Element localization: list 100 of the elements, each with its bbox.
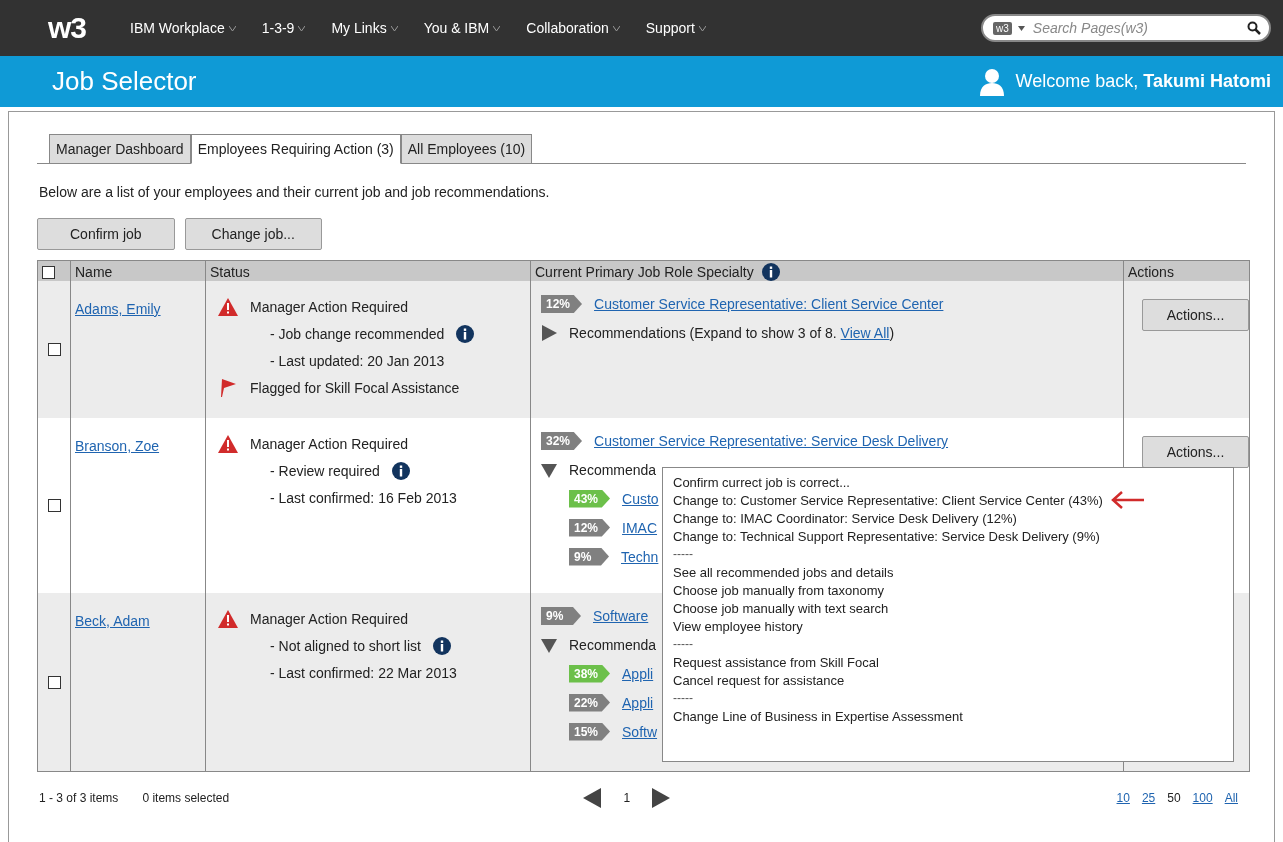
status-text: - Review required	[270, 462, 380, 479]
menu-item[interactable]: Choose job manually with text search	[673, 600, 889, 616]
page-number: 1	[623, 791, 631, 805]
column-header: Status	[210, 264, 250, 280]
search-field[interactable]: w3 Search Pages(w3)	[981, 14, 1271, 42]
toggle-button[interactable]	[541, 325, 557, 341]
menu-separator: -----	[673, 637, 693, 651]
info-icon	[456, 324, 475, 343]
status-text: - Last confirmed: 22 Mar 2013	[270, 664, 457, 681]
employee-link[interactable]: Adams, Emily	[75, 301, 201, 317]
info-icon	[432, 636, 451, 655]
warning-icon	[218, 434, 238, 453]
status-text: - Not aligned to short list	[270, 637, 421, 654]
match-tag: 22%	[569, 693, 611, 712]
user-icon	[977, 67, 1006, 96]
page-size-link[interactable]: 25	[1141, 791, 1156, 805]
checkbox[interactable]	[47, 499, 61, 512]
menu-item[interactable]: Change to: Customer Service Representative: Client Service Center (43%)	[673, 492, 1103, 508]
tab[interactable]: Manager Dashboard	[49, 134, 191, 164]
page-size-link[interactable]: 50	[1167, 791, 1181, 805]
column-header: Name	[75, 264, 113, 280]
page-size-link[interactable]: All	[1224, 791, 1238, 805]
job-link[interactable]: IMAC	[622, 519, 658, 536]
menu-item[interactable]: View employee history	[673, 618, 803, 634]
toggle-button[interactable]	[541, 462, 557, 478]
match-tag: 9%	[569, 547, 609, 566]
column-header: Current Primary Job Role Specialty	[535, 264, 754, 280]
intro-text: Below are a list of your employees and their current job and job recommendations.	[39, 184, 551, 200]
menu-item[interactable]: See all recommended jobs and details	[673, 564, 894, 580]
menu-item[interactable]: Choose job manually from taxonomy	[673, 582, 884, 598]
match-tag: 15%	[569, 722, 611, 741]
welcome-text: Welcome back, Takumi Hatomi	[1015, 71, 1271, 92]
column-header: Actions	[1128, 264, 1174, 280]
status-text: - Last updated: 20 Jan 2013	[270, 352, 445, 369]
search-scope[interactable]: w3	[993, 21, 1012, 35]
menu-item[interactable]: Request assistance from Skill Focal	[673, 654, 879, 670]
toggle-button[interactable]	[541, 637, 557, 653]
status-text: - Last confirmed: 16 Feb 2013	[270, 489, 457, 506]
actions-button[interactable]: Actions...	[1142, 299, 1249, 331]
tab[interactable]: All Employees (10)	[400, 134, 533, 164]
range-text: 1 - 3 of 3 items	[39, 791, 119, 805]
info-icon	[761, 263, 780, 281]
menu-item[interactable]: Change to: IMAC Coordinator: Service Desk Delivery (12%)	[673, 510, 1017, 526]
status-text: Manager Action Required	[250, 610, 408, 627]
menu-item[interactable]: Cancel request for assistance	[673, 672, 845, 688]
caret-icon	[1017, 25, 1025, 31]
match-tag: 12%	[569, 518, 611, 537]
next-page-icon[interactable]	[652, 788, 671, 808]
job-link[interactable]: Custo	[622, 490, 659, 507]
job-link[interactable]: Customer Service Representative: Client Service Center	[594, 296, 944, 312]
recommendations-text: Recommenda	[569, 637, 657, 653]
flag-icon	[218, 377, 238, 398]
logo[interactable]: w3	[48, 11, 87, 45]
menu-item[interactable]: Change to: Technical Support Representative: Service Desk Delivery (9%)	[673, 528, 1100, 544]
status-text: Flagged for Skill Focal Assistance	[250, 379, 460, 396]
match-tag: 32%	[541, 432, 583, 450]
job-link[interactable]: Appli	[622, 665, 654, 682]
arrow-icon	[1110, 491, 1145, 509]
job-link[interactable]: Customer Service Representative: Service Desk Delivery	[594, 433, 949, 449]
previous-page-icon[interactable]	[583, 788, 602, 808]
warning-icon	[218, 297, 238, 316]
job-link[interactable]: Appli	[622, 694, 654, 711]
nav-menu[interactable]: 1-3-9	[261, 20, 306, 36]
checkbox[interactable]	[47, 343, 61, 356]
page-size-link[interactable]: 10	[1116, 791, 1130, 805]
info-icon	[391, 461, 410, 480]
nav-menu[interactable]: IBM Workplace	[130, 20, 236, 36]
job-link[interactable]: Softw	[622, 723, 658, 740]
menu-item[interactable]: Confirm currect job is correct...	[673, 474, 850, 490]
status-text: Manager Action Required	[250, 298, 408, 315]
employee-link[interactable]: Branson, Zoe	[75, 438, 201, 454]
match-tag: 43%	[569, 489, 611, 508]
checkbox[interactable]	[47, 675, 61, 689]
match-tag: 38%	[569, 664, 611, 683]
checkbox[interactable]	[42, 265, 55, 279]
actions-button[interactable]: Actions...	[1142, 436, 1249, 468]
job-link[interactable]: Techn	[621, 548, 659, 565]
recommendations-text: Recommenda	[569, 462, 657, 478]
caret-icon	[698, 25, 706, 31]
caret-icon	[493, 25, 501, 31]
tab[interactable]: Employees Requiring Action (3)	[190, 134, 401, 164]
recommendations-text: Recommendations (Expand to show 3 of 8. View All)	[569, 325, 895, 341]
job-link[interactable]: Software	[593, 608, 649, 624]
page-size-link[interactable]: 100	[1192, 791, 1213, 805]
toolbar-button[interactable]: Change job...	[184, 218, 322, 250]
view-all-link[interactable]: View All	[840, 325, 890, 341]
match-tag: 12%	[541, 295, 583, 313]
match-tag: 9%	[541, 607, 581, 625]
toolbar-button[interactable]: Confirm job	[37, 218, 175, 250]
selected-count: 0 items selected	[142, 791, 230, 805]
nav-menu[interactable]: Collaboration	[526, 20, 620, 36]
page-title: Job Selector	[52, 66, 197, 97]
nav-menu[interactable]: Support	[645, 20, 706, 36]
search-icon[interactable]	[1247, 21, 1261, 35]
caret-icon	[390, 25, 398, 31]
menu-item[interactable]: Change Line of Business in Expertise Assessment	[673, 708, 963, 724]
employee-link[interactable]: Beck, Adam	[75, 613, 201, 629]
menu-separator: -----	[673, 691, 693, 705]
nav-menu[interactable]: You & IBM	[423, 20, 501, 36]
nav-menu[interactable]: My Links	[331, 20, 398, 36]
